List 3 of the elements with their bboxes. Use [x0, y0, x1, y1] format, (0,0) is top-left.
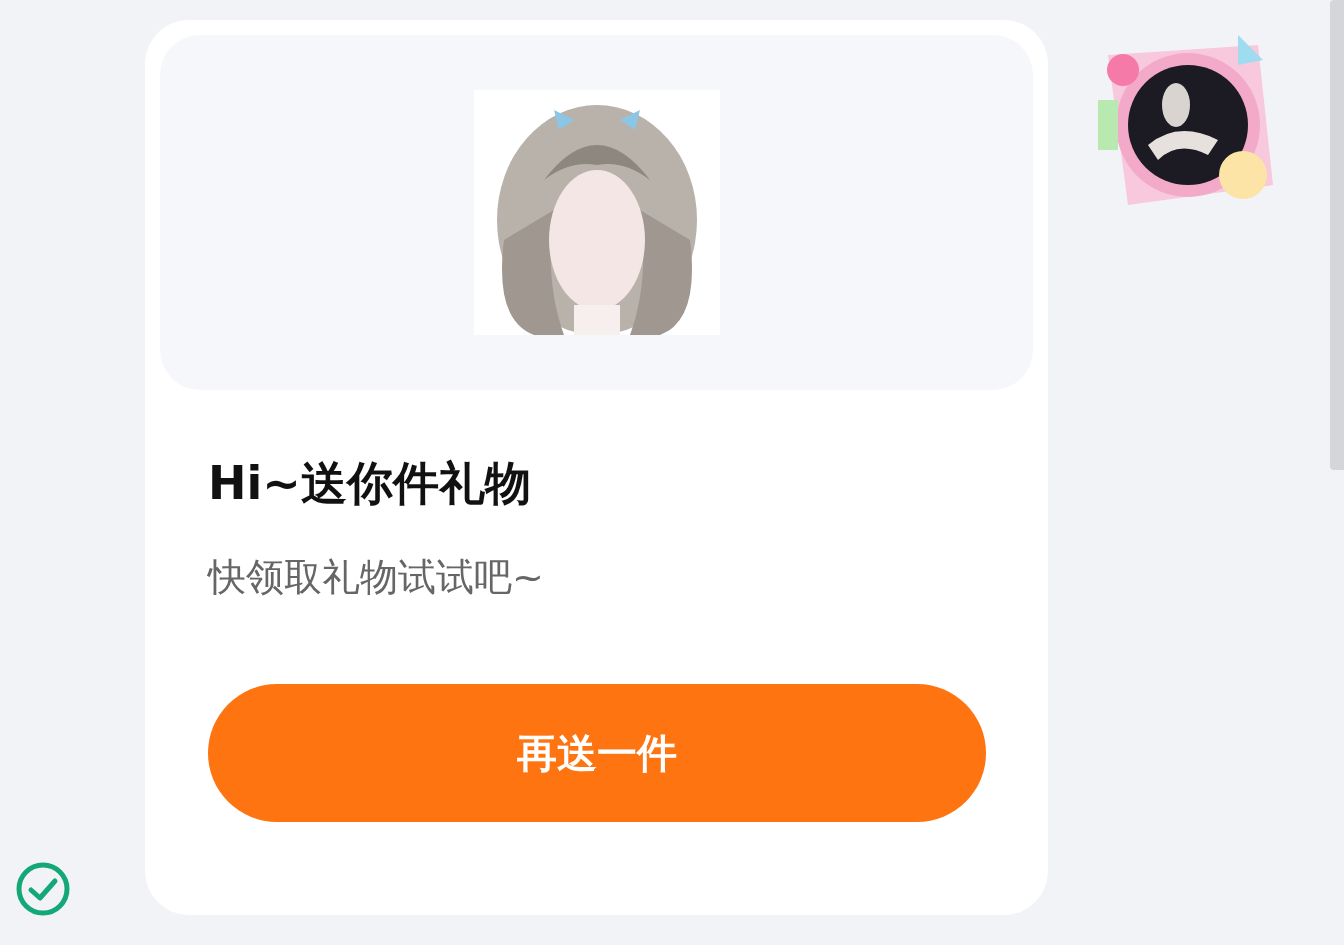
send-again-button[interactable]: 再送一件 [208, 684, 986, 822]
message-subtitle: 快领取礼物试试吧~ [208, 558, 545, 596]
message-title: Hi~送你件礼物 [208, 460, 532, 506]
